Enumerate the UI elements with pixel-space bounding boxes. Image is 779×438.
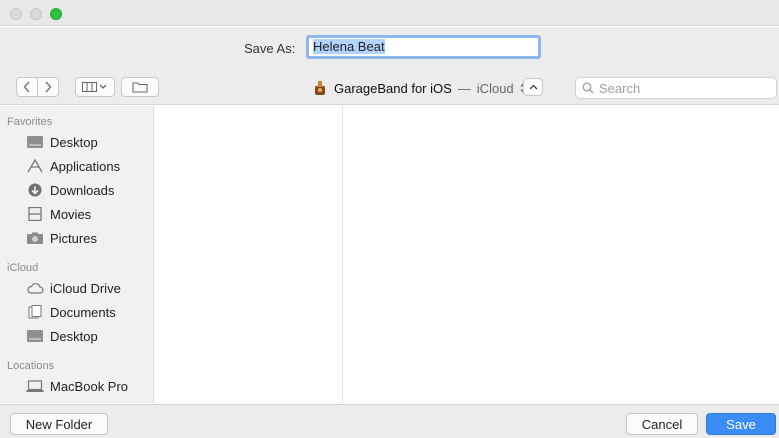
browser-column-2[interactable] [344, 106, 779, 403]
downloads-icon [28, 183, 42, 197]
sidebar-item-pictures[interactable]: Pictures [26, 228, 97, 248]
sidebar-item-documents[interactable]: Documents [26, 302, 116, 322]
toolbar: GarageBand for iOS — iCloud Search [0, 69, 779, 105]
save-as-label: Save As: [244, 41, 296, 56]
save-as-input[interactable]: Helena Beat [306, 35, 541, 59]
new-folder-icon [132, 82, 148, 93]
search-icon [582, 82, 594, 94]
save-button[interactable]: Save [706, 413, 776, 435]
locations-header: Locations [7, 360, 55, 372]
forward-button[interactable] [37, 77, 59, 97]
garageband-icon [315, 81, 325, 95]
sidebar-item-label: Downloads [50, 182, 115, 198]
sidebar-item-label: Applications [50, 158, 121, 174]
back-button[interactable] [16, 77, 38, 97]
view-mode-button[interactable] [75, 77, 115, 97]
chevron-up-icon [529, 84, 537, 90]
search-placeholder: Search [599, 80, 641, 96]
sidebar-item-movies[interactable]: Movies [26, 204, 91, 224]
sidebar-item-icloud-desktop[interactable]: Desktop [26, 326, 98, 346]
chevron-left-icon [23, 81, 30, 93]
new-folder-toolbar-button[interactable] [121, 77, 159, 97]
documents-icon [28, 305, 42, 319]
location-app-name: GarageBand for iOS [334, 80, 452, 96]
save-as-row: Save As: Helena Beat [0, 27, 779, 69]
columns-view-icon [82, 82, 107, 92]
cloud-icon [27, 283, 44, 294]
browser-column-1[interactable] [155, 106, 343, 403]
close-window-button[interactable] [10, 8, 22, 20]
favorites-header: Favorites [7, 116, 53, 128]
search-field[interactable]: Search [575, 77, 777, 99]
laptop-icon [26, 380, 44, 392]
location-separator: — [457, 80, 471, 96]
sidebar-item-label: Desktop [50, 134, 98, 150]
chevron-right-icon [45, 81, 52, 93]
sidebar-item-label: MacBook Pro [50, 378, 129, 394]
cancel-button[interactable]: Cancel [626, 413, 698, 435]
save-as-value: Helena Beat [313, 39, 385, 54]
collapse-button[interactable] [523, 78, 543, 96]
sidebar-item-label: Desktop [50, 328, 98, 344]
title-bar [0, 0, 779, 26]
sidebar-item-label: Pictures [50, 230, 97, 246]
pictures-icon [27, 232, 43, 244]
minimize-window-button[interactable] [30, 8, 42, 20]
applications-icon [27, 159, 43, 173]
sidebar-item-applications[interactable]: Applications [26, 156, 120, 176]
sidebar-item-desktop[interactable]: Desktop [26, 132, 98, 152]
sidebar-item-label: Movies [50, 206, 92, 222]
sidebar-item-label: iCloud Drive [50, 280, 121, 296]
location-popup[interactable]: GarageBand for iOS — iCloud [312, 78, 528, 98]
desktop-icon [27, 330, 43, 342]
sidebar-item-macbook-pro[interactable]: MacBook Pro [26, 376, 128, 396]
desktop-icon [27, 136, 43, 148]
dialog-footer: New Folder Cancel Save [0, 404, 779, 438]
zoom-window-button[interactable] [50, 8, 62, 20]
sidebar-item-icloud-drive[interactable]: iCloud Drive [26, 278, 121, 298]
icloud-header: iCloud [7, 262, 39, 274]
sidebar-item-downloads[interactable]: Downloads [26, 180, 114, 200]
location-service: iCloud [476, 80, 514, 96]
new-folder-button[interactable]: New Folder [10, 413, 108, 435]
sidebar-item-label: Documents [50, 304, 116, 320]
movies-icon [28, 207, 42, 221]
sidebar: Favorites Desktop Applications Downloads… [0, 106, 154, 403]
